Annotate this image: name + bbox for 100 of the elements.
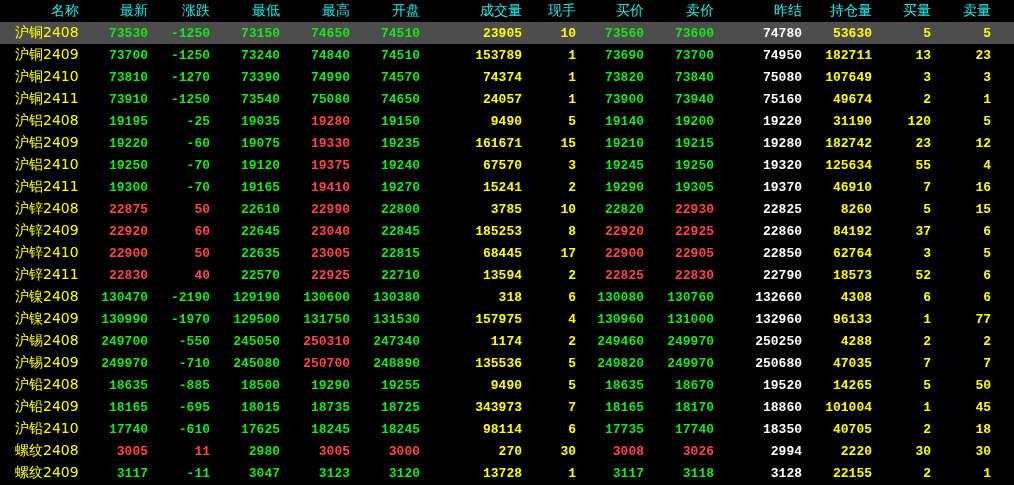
table-cell: 10 <box>560 25 576 41</box>
table-cell: 74950 <box>763 47 802 63</box>
table-cell: 22925 <box>675 223 714 239</box>
table-cell: 73240 <box>241 47 280 63</box>
table-cell: 19245 <box>605 157 644 173</box>
table-cell: 73690 <box>605 47 644 63</box>
table-cell: 50 <box>975 377 991 393</box>
table-cell: 22800 <box>381 201 420 217</box>
column-header[interactable]: 卖量 <box>963 2 991 20</box>
table-cell: 4308 <box>840 289 872 305</box>
table-cell: 74650 <box>311 25 350 41</box>
table-cell: 19220 <box>763 113 802 129</box>
table-cell: -710 <box>178 355 210 371</box>
table-cell: 3785 <box>490 201 522 217</box>
column-header[interactable]: 最低 <box>252 2 280 20</box>
table-cell: 182711 <box>825 47 872 63</box>
table-cell: 131530 <box>373 311 420 327</box>
column-header[interactable]: 昨结 <box>774 2 802 20</box>
table-cell: 22900 <box>109 245 148 261</box>
table-cell: 73700 <box>675 47 714 63</box>
contract-name: 沪铅2408 <box>14 376 79 394</box>
table-cell: 4 <box>983 157 991 173</box>
table-cell: 343973 <box>475 399 522 415</box>
table-cell: 22830 <box>109 267 148 283</box>
table-cell: 5 <box>923 201 931 217</box>
table-cell: 18165 <box>605 399 644 415</box>
table-cell: 19255 <box>381 377 420 393</box>
table-cell: 73700 <box>109 47 148 63</box>
table-cell: 157975 <box>475 311 522 327</box>
table-cell: 19200 <box>675 113 714 129</box>
table-cell: 74840 <box>311 47 350 63</box>
contract-name: 沪锌2410 <box>14 244 79 262</box>
column-header[interactable]: 名称 <box>51 2 90 20</box>
table-cell: 6 <box>983 223 991 239</box>
table-cell: 22860 <box>763 223 802 239</box>
table-cell: 1 <box>568 465 576 481</box>
table-cell: 3123 <box>318 465 350 481</box>
table-cell: 22930 <box>675 201 714 217</box>
table-cell: 74780 <box>763 25 802 41</box>
table-cell: 245080 <box>233 355 280 371</box>
contract-name: 沪铜2409 <box>14 46 79 64</box>
table-cell: 5 <box>568 113 576 129</box>
column-header[interactable]: 最新 <box>120 2 148 20</box>
table-cell: 73940 <box>675 91 714 107</box>
table-cell: 84192 <box>833 223 872 239</box>
table-cell: 19280 <box>763 135 802 151</box>
table-cell: 22990 <box>311 201 350 217</box>
contract-name: 沪铜2411 <box>14 90 79 108</box>
table-cell: 270 <box>498 443 522 459</box>
table-cell: 47035 <box>833 355 872 371</box>
table-cell: 19290 <box>605 179 644 195</box>
column-header[interactable]: 涨跌 <box>182 2 210 20</box>
table-cell: 249970 <box>667 355 714 371</box>
table-cell: 17735 <box>605 421 644 437</box>
table-cell: 5 <box>923 377 931 393</box>
column-header[interactable]: 持仓量 <box>830 2 872 20</box>
table-cell: 73810 <box>109 69 148 85</box>
table-cell: 17625 <box>241 421 280 437</box>
table-cell: 6 <box>923 289 931 305</box>
table-cell: 3 <box>923 245 931 261</box>
table-cell: 3128 <box>770 465 802 481</box>
table-cell: 249700 <box>101 333 148 349</box>
table-cell: 45 <box>975 399 991 415</box>
table-cell: -11 <box>186 465 210 481</box>
column-header[interactable]: 开盘 <box>392 2 420 20</box>
table-cell: 19320 <box>763 157 802 173</box>
table-cell: 74570 <box>381 69 420 85</box>
table-cell: 5 <box>983 113 991 129</box>
table-cell: 18245 <box>381 421 420 437</box>
table-cell: 4 <box>568 311 576 327</box>
table-cell: 19120 <box>241 157 280 173</box>
table-cell: 9490 <box>490 377 522 393</box>
column-header[interactable]: 买价 <box>616 2 644 20</box>
table-cell: 52 <box>915 267 931 283</box>
table-cell: 14265 <box>833 377 872 393</box>
column-header[interactable]: 买量 <box>903 2 931 20</box>
table-cell: 73600 <box>675 25 714 41</box>
table-cell: 247340 <box>373 333 420 349</box>
table-cell: 22155 <box>833 465 872 481</box>
table-cell: 22710 <box>381 267 420 283</box>
table-cell: 73910 <box>109 91 148 107</box>
column-header[interactable]: 卖价 <box>686 2 714 20</box>
table-cell: 19195 <box>109 113 148 129</box>
table-cell: 11 <box>194 443 210 459</box>
column-header[interactable]: 最高 <box>322 2 350 20</box>
table-cell: 74510 <box>381 47 420 63</box>
contract-name: 沪铝2410 <box>14 156 79 174</box>
table-cell: 19220 <box>109 135 148 151</box>
table-cell: 7 <box>983 355 991 371</box>
table-cell: 7 <box>923 179 931 195</box>
table-cell: 5 <box>983 25 991 41</box>
quote-row[interactable]: 沪铜2408 73530 -1250 73150 74650 74510 23905 10 73560 73600 74780 53630 5 5 <box>0 22 1014 44</box>
table-cell: 7 <box>568 399 576 415</box>
table-cell: 3117 <box>612 465 644 481</box>
column-header[interactable]: 现手 <box>548 2 576 20</box>
column-header[interactable]: 成交量 <box>480 2 522 20</box>
contract-name: 沪铜2408 <box>14 24 79 42</box>
table-cell: 75160 <box>763 91 802 107</box>
table-cell: 132960 <box>755 311 802 327</box>
table-cell: 22815 <box>381 245 420 261</box>
